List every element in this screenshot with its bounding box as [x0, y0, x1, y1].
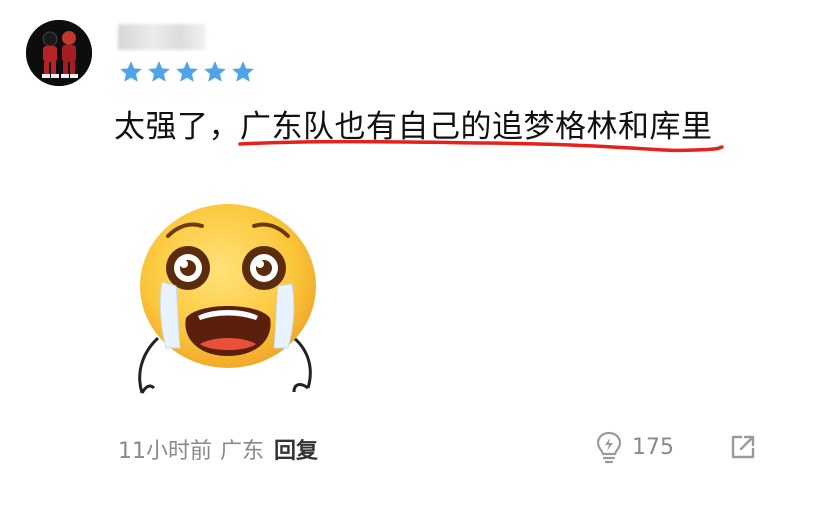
star-icon	[232, 61, 254, 82]
rating-stars	[118, 59, 256, 85]
share-icon[interactable]	[728, 432, 758, 462]
reply-button[interactable]: 回复	[274, 439, 318, 464]
like-button[interactable]: 175	[594, 430, 674, 464]
star-icon	[148, 61, 170, 82]
star-icon	[120, 61, 142, 82]
avatar[interactable]	[26, 20, 92, 86]
username-blurred[interactable]	[118, 24, 206, 50]
location: 广东	[220, 439, 265, 464]
comment-meta: 11小时前 广东 回复	[118, 433, 326, 465]
crying-emoji	[138, 204, 316, 394]
star-icon	[176, 61, 198, 82]
lightbulb-like-icon	[596, 431, 622, 464]
like-count: 175	[632, 434, 674, 460]
avatar-image	[26, 20, 92, 86]
red-underline-annotation	[238, 139, 724, 153]
star-icon	[204, 61, 226, 82]
timestamp: 11小时前	[118, 439, 212, 464]
